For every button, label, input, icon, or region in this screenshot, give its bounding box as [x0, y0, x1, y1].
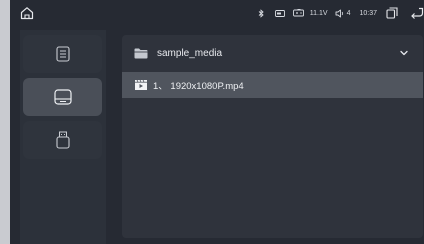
volume-level: 4 [346, 9, 351, 17]
voltage-readout: 11.1V [309, 9, 328, 17]
sd-card-icon [274, 9, 285, 17]
home-icon[interactable] [20, 6, 34, 20]
drive-icon [53, 89, 72, 105]
battery-icon [292, 9, 304, 17]
folder-name: sample_media [157, 47, 223, 59]
storage-source-sidebar [20, 30, 106, 244]
chevron-down-icon[interactable] [399, 48, 409, 58]
document-list-icon [55, 46, 70, 62]
folder-header[interactable]: sample_media [122, 35, 423, 71]
folder-icon [134, 48, 148, 58]
bluetooth-icon [258, 8, 264, 18]
recent-apps-icon[interactable] [386, 7, 398, 19]
usb-icon [55, 131, 70, 149]
sidebar-item-playlist[interactable] [23, 35, 102, 73]
screen-bezel [0, 0, 10, 244]
video-file-icon [135, 80, 147, 90]
clock: 10:37 [359, 9, 377, 17]
status-indicators: 11.1V 4 10:37 [258, 0, 424, 26]
file-browser: sample_media 1、 1920x1080P.mp4 [122, 35, 423, 238]
volume-icon [335, 9, 343, 17]
status-bar: 11.1V 4 10:37 [10, 0, 424, 26]
sidebar-item-usb[interactable] [23, 121, 102, 159]
back-icon[interactable] [410, 7, 424, 19]
file-name: 1、 1920x1080P.mp4 [153, 81, 244, 92]
file-list-item[interactable]: 1、 1920x1080P.mp4 [122, 72, 423, 98]
sidebar-item-local-storage[interactable] [23, 78, 102, 116]
